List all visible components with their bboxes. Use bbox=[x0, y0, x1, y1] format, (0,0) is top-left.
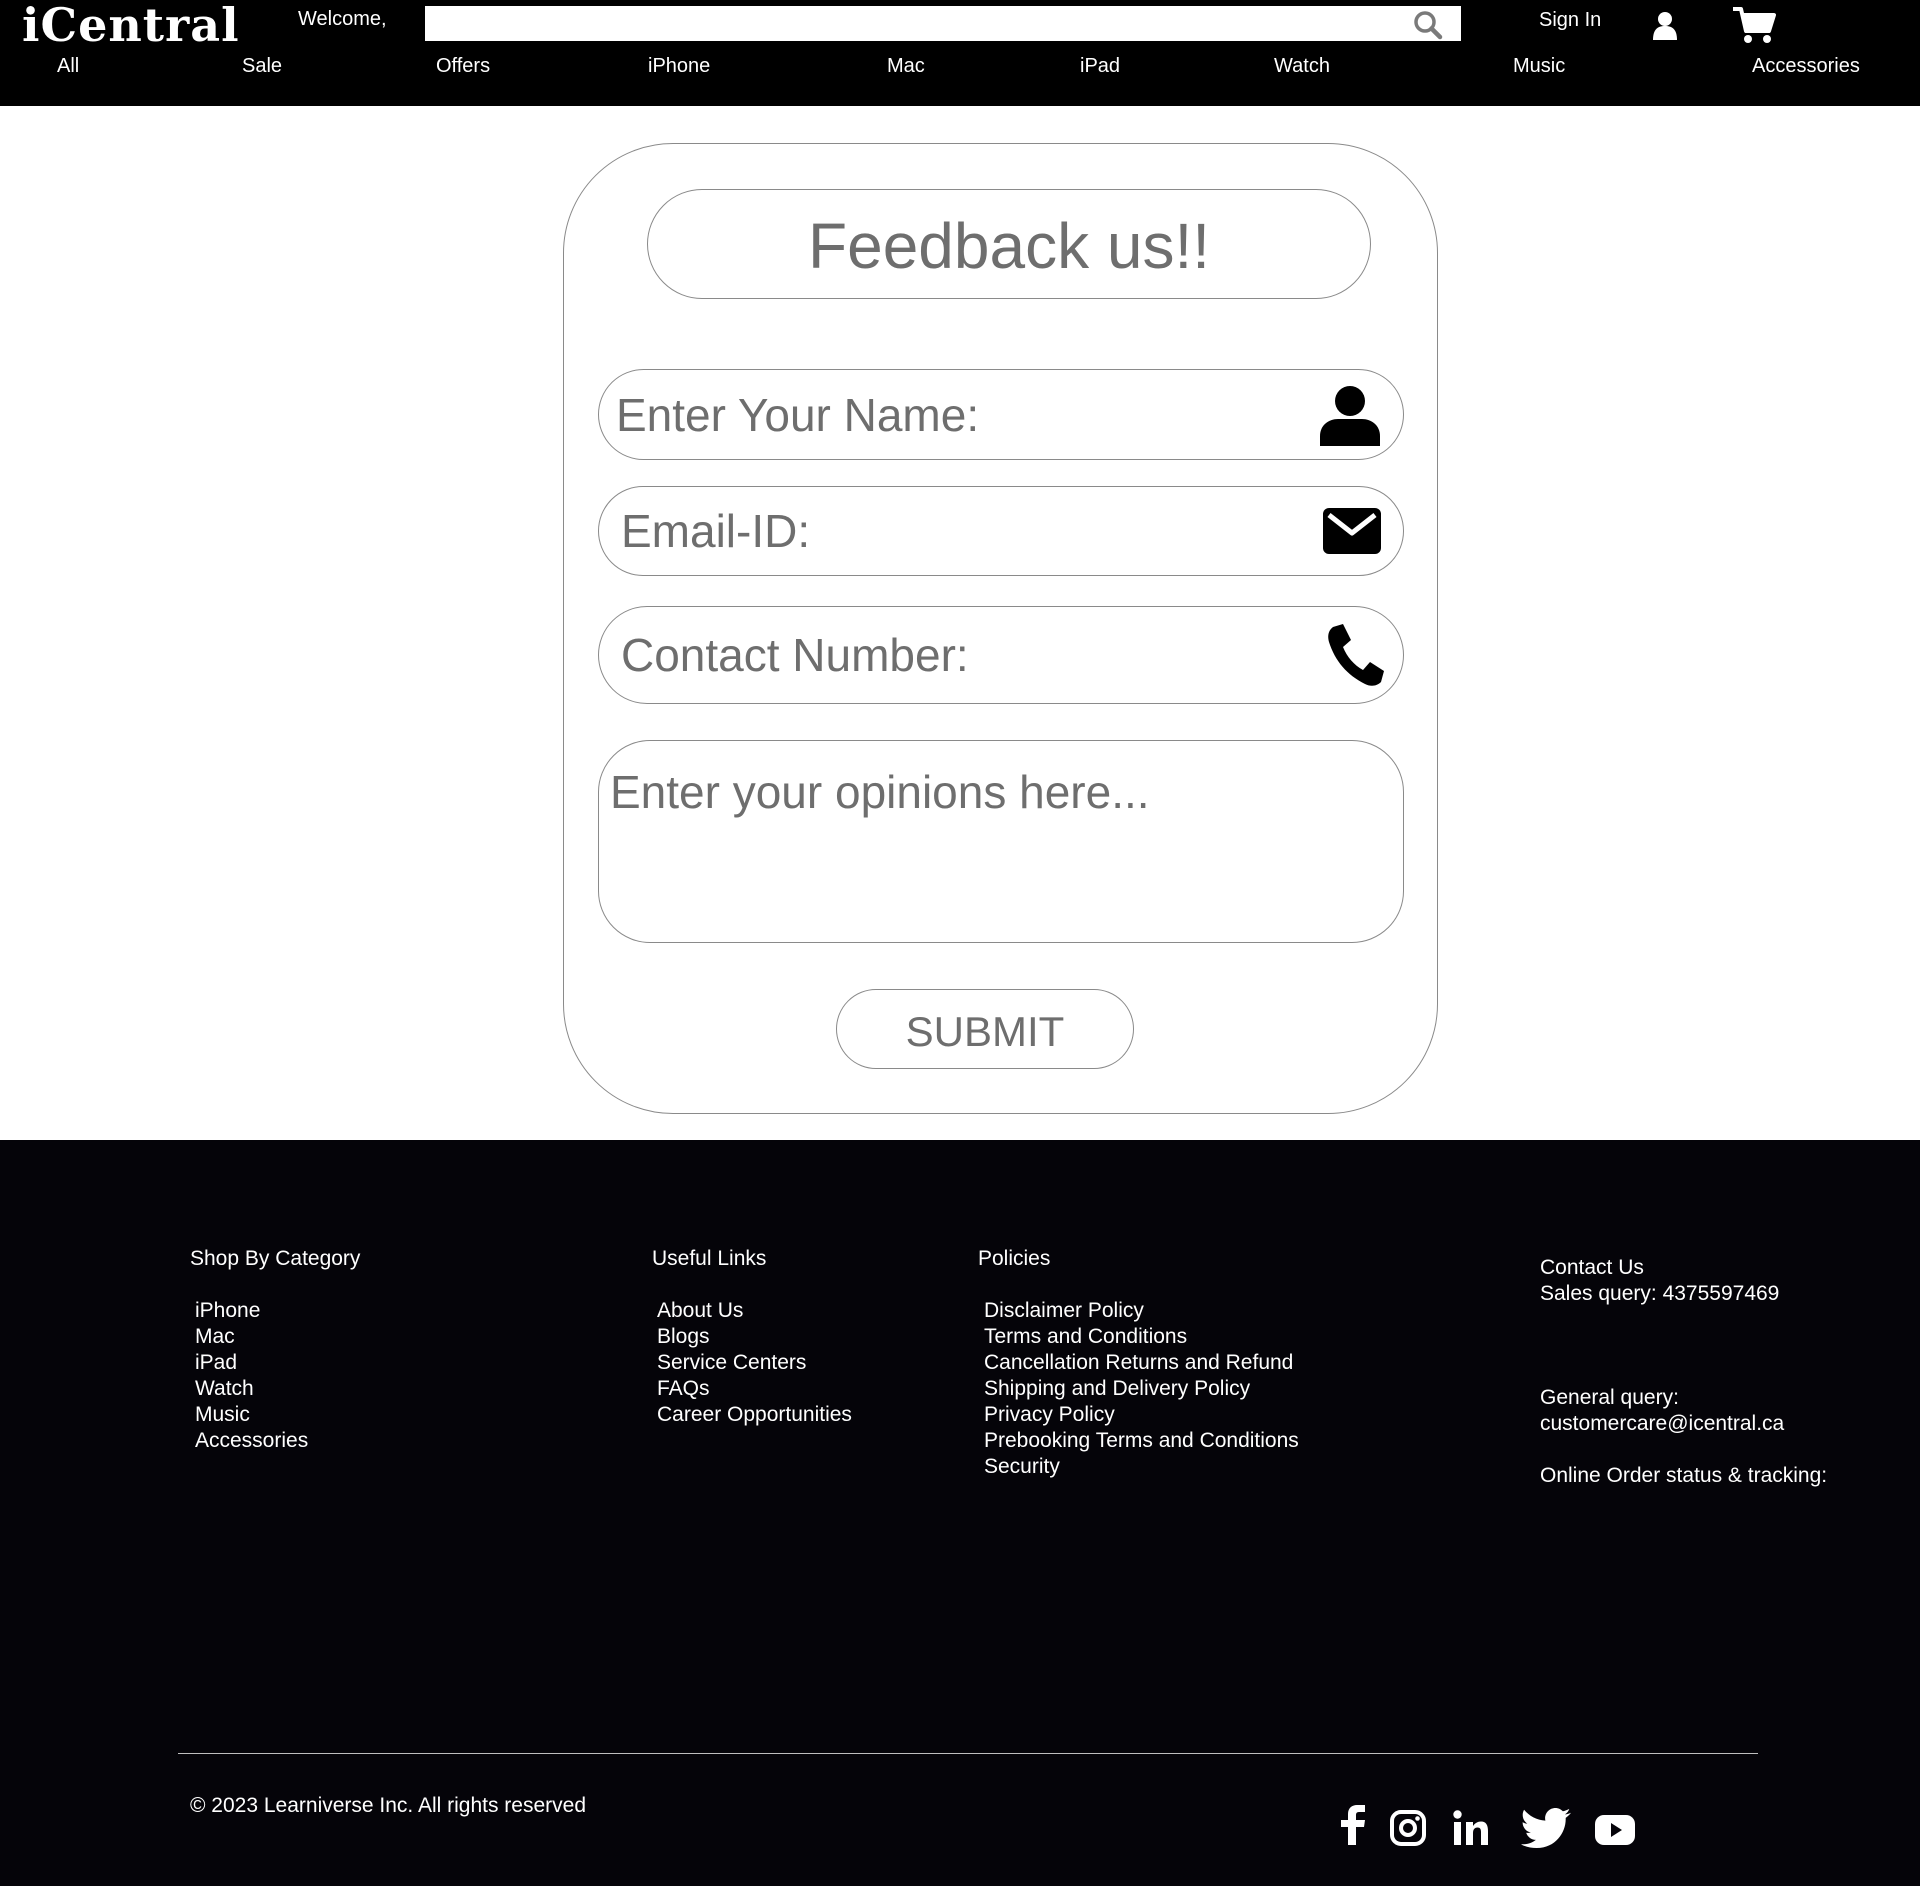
contact-us-heading: Contact Us bbox=[1540, 1256, 1644, 1279]
footer-link[interactable]: Blogs bbox=[657, 1324, 852, 1350]
person-icon bbox=[1320, 385, 1380, 446]
order-tracking-link[interactable]: Online Order status & tracking: bbox=[1540, 1463, 1827, 1489]
feedback-title: Feedback us!! bbox=[647, 189, 1371, 299]
nav-item-iphone[interactable]: iPhone bbox=[648, 55, 710, 78]
site-logo[interactable]: iCentral bbox=[22, 0, 240, 52]
footer-link[interactable]: Terms and Conditions bbox=[984, 1324, 1299, 1350]
footer-link[interactable]: Prebooking Terms and Conditions bbox=[984, 1428, 1299, 1454]
search-icon[interactable] bbox=[1413, 10, 1443, 40]
footer-link[interactable]: Cancellation Returns and Refund bbox=[984, 1350, 1299, 1376]
nav-item-sale[interactable]: Sale bbox=[242, 55, 282, 78]
footer-link[interactable]: FAQs bbox=[657, 1376, 852, 1402]
welcome-text: Welcome, bbox=[298, 8, 387, 30]
category-nav: All Sale Offers iPhone Mac iPad Watch Mu… bbox=[0, 55, 1920, 85]
contact-number-placeholder: Contact Number: bbox=[621, 629, 969, 681]
opinion-textarea[interactable]: Enter your opinions here... bbox=[598, 740, 1404, 943]
footer-link[interactable]: Privacy Policy bbox=[984, 1402, 1299, 1428]
useful-links-heading: Useful Links bbox=[652, 1247, 767, 1270]
opinion-placeholder: Enter your opinions here... bbox=[610, 766, 1150, 818]
footer-link[interactable]: Music bbox=[195, 1402, 360, 1428]
shopping-cart-icon[interactable] bbox=[1732, 6, 1776, 44]
useful-links-list: About Us Blogs Service Centers FAQs Care… bbox=[657, 1298, 852, 1428]
envelope-icon bbox=[1323, 508, 1381, 554]
shop-by-category-column: Shop By Category iPhone Mac iPad Watch M… bbox=[190, 1247, 360, 1454]
site-header: iCentral Welcome, Sign In All Sale Offer… bbox=[0, 0, 1920, 106]
footer-divider bbox=[178, 1753, 1758, 1754]
nav-item-all[interactable]: All bbox=[57, 55, 79, 78]
name-field[interactable]: Enter Your Name: bbox=[598, 369, 1404, 460]
nav-item-offers[interactable]: Offers bbox=[436, 55, 490, 78]
copyright-text: © 2023 Learniverse Inc. All rights reser… bbox=[190, 1794, 587, 1817]
nav-item-mac[interactable]: Mac bbox=[887, 55, 925, 78]
footer-link[interactable]: Shipping and Delivery Policy bbox=[984, 1376, 1299, 1402]
email-field[interactable]: Email-ID: bbox=[598, 486, 1404, 576]
search-input[interactable] bbox=[425, 6, 1461, 41]
policies-column: Policies Disclaimer Policy Terms and Con… bbox=[978, 1247, 1299, 1480]
footer-link[interactable]: Accessories bbox=[195, 1428, 360, 1454]
sales-query-text: Sales query: 4375597469 bbox=[1540, 1282, 1780, 1305]
footer-link[interactable]: About Us bbox=[657, 1298, 852, 1324]
policies-heading: Policies bbox=[978, 1247, 1051, 1270]
sign-in-link[interactable]: Sign In bbox=[1539, 9, 1601, 32]
shop-by-category-heading: Shop By Category bbox=[190, 1247, 361, 1270]
footer-link[interactable]: Career Opportunities bbox=[657, 1402, 852, 1428]
contact-number-field[interactable]: Contact Number: bbox=[598, 606, 1404, 704]
phone-icon bbox=[1328, 624, 1384, 686]
instagram-icon[interactable] bbox=[1390, 1810, 1426, 1846]
site-footer: Shop By Category iPhone Mac iPad Watch M… bbox=[0, 1140, 1920, 1886]
facebook-icon[interactable] bbox=[1335, 1805, 1369, 1845]
nav-item-music[interactable]: Music bbox=[1513, 55, 1565, 78]
submit-button[interactable]: SUBMIT bbox=[836, 989, 1134, 1069]
nav-item-watch[interactable]: Watch bbox=[1274, 55, 1330, 78]
general-query-label: General query: bbox=[1540, 1386, 1679, 1409]
footer-link[interactable]: iPhone bbox=[195, 1298, 360, 1324]
name-placeholder: Enter Your Name: bbox=[616, 388, 980, 441]
footer-link[interactable]: Service Centers bbox=[657, 1350, 852, 1376]
contact-us-column: Contact Us Sales query: 4375597469 Gener… bbox=[1540, 1255, 1827, 1489]
user-account-icon[interactable] bbox=[1650, 10, 1680, 40]
nav-item-ipad[interactable]: iPad bbox=[1080, 55, 1120, 78]
twitter-icon[interactable] bbox=[1521, 1808, 1571, 1848]
general-query-email[interactable]: customercare@icentral.ca bbox=[1540, 1411, 1827, 1437]
nav-item-accessories[interactable]: Accessories bbox=[1752, 55, 1860, 78]
footer-link[interactable]: Security bbox=[984, 1454, 1299, 1480]
email-placeholder: Email-ID: bbox=[621, 505, 811, 557]
footer-link[interactable]: Watch bbox=[195, 1376, 360, 1402]
footer-link[interactable]: iPad bbox=[195, 1350, 360, 1376]
shop-by-category-list: iPhone Mac iPad Watch Music Accessories bbox=[195, 1298, 360, 1454]
youtube-icon[interactable] bbox=[1595, 1815, 1635, 1845]
footer-link[interactable]: Mac bbox=[195, 1324, 360, 1350]
useful-links-column: Useful Links About Us Blogs Service Cent… bbox=[652, 1247, 852, 1428]
footer-link[interactable]: Disclaimer Policy bbox=[984, 1298, 1299, 1324]
linkedin-icon[interactable] bbox=[1453, 1810, 1489, 1846]
policies-list: Disclaimer Policy Terms and Conditions C… bbox=[984, 1298, 1299, 1480]
